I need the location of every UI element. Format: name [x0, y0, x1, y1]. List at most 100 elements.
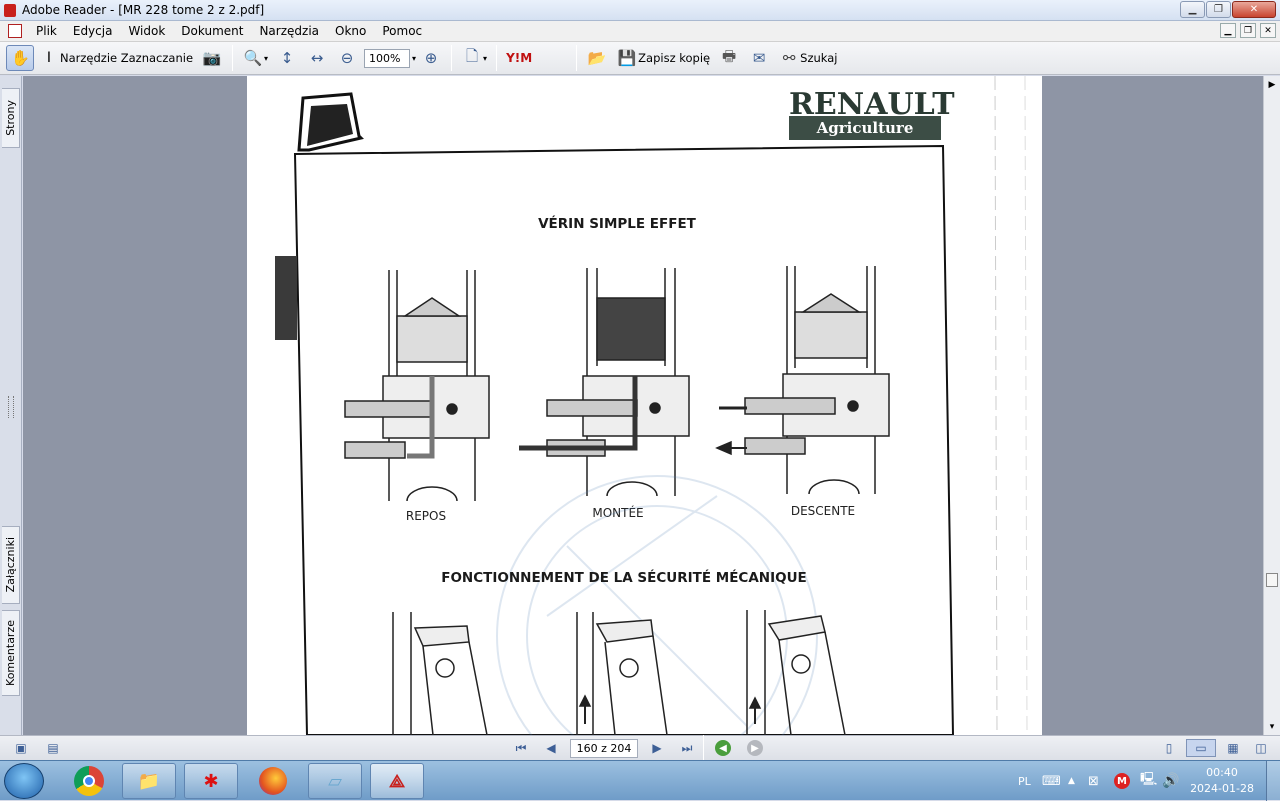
next-page-button[interactable]: ▶ [646, 739, 668, 757]
language-indicator[interactable]: PL [1018, 761, 1031, 801]
save-copy-button[interactable]: 💾 Zapisz kopię [612, 45, 714, 71]
page-layout-button[interactable]: 🗋 ▾ [457, 45, 491, 71]
printer-icon: 🖶 [722, 46, 737, 65]
hand-tool-button[interactable]: ✋ [6, 45, 34, 71]
open-button[interactable]: 📂 [582, 45, 612, 71]
save-copy-label: Zapisz kopię [638, 51, 711, 65]
fit-height-button[interactable]: ↕ [272, 45, 302, 71]
scroll-down-arrow-icon[interactable]: ▾ [1264, 718, 1280, 735]
watermark-logo [496, 475, 818, 735]
doc-close-button[interactable]: ✕ [1260, 23, 1276, 38]
page-indicator-input[interactable]: 160 z 204 [570, 738, 638, 758]
forward-view-button[interactable]: ▶ [747, 740, 763, 756]
panel-resize-handle[interactable] [8, 396, 14, 418]
folder-open-icon: 📂 [587, 49, 607, 67]
diagram-securite [392, 610, 846, 735]
menu-pomoc[interactable]: Pomoc [374, 24, 430, 38]
yahoo-icon: Y!M [506, 51, 533, 65]
panel-toggle-icon[interactable]: ▤ [42, 739, 64, 757]
menu-dokument[interactable]: Dokument [173, 24, 251, 38]
menu-widok[interactable]: Widok [120, 24, 173, 38]
tab-pages[interactable]: Strony [2, 88, 20, 148]
menu-edycja[interactable]: Edycja [65, 24, 121, 38]
system-clock[interactable]: 00:40 2024-01-28 [1190, 765, 1254, 797]
yahoo-button[interactable]: Y!M [502, 45, 536, 71]
fit-width-icon: ↔ [310, 49, 324, 67]
scroll-up-arrow-icon[interactable]: ▶ [1264, 76, 1280, 93]
zoom-in-button[interactable]: ⊕ [416, 45, 446, 71]
single-page-view-icon[interactable]: ▯ [1158, 739, 1180, 757]
toolbar: ✋ I Narzędzie Zaznaczanie 📷 🔍 ▾ ↕ ↔ ⊖ 100… [0, 42, 1280, 75]
doc-minimize-button[interactable]: ▁ [1220, 23, 1236, 38]
menu-narzedzia[interactable]: Narzędzia [251, 24, 327, 38]
diagram-montee [519, 268, 690, 497]
menu-okno[interactable]: Okno [327, 24, 374, 38]
network-monitor-icon[interactable]: 🖳 [1140, 761, 1157, 801]
document-area[interactable]: RENAULT Agriculture VÉRIN SIMPLE EFFET R… [23, 76, 1263, 735]
menu-plik[interactable]: Plik [28, 24, 65, 38]
print-button[interactable]: 🖶 [714, 45, 744, 71]
firefox-taskbar-icon[interactable] [246, 763, 300, 799]
last-page-button[interactable]: ⏭ [676, 739, 698, 757]
label-repos: REPOS [406, 509, 446, 523]
back-view-button[interactable]: ◀ [715, 740, 731, 756]
adobe-reader-taskbar-icon[interactable]: ⟁ [370, 763, 424, 799]
heading-verin: VÉRIN SIMPLE EFFET [538, 215, 697, 232]
zoom-value-input[interactable]: 100% [364, 48, 411, 68]
scroll-thumb[interactable] [1266, 573, 1278, 587]
paint-splash-taskbar-icon[interactable]: ✱ [184, 763, 238, 799]
email-button[interactable]: ✉ [744, 45, 774, 71]
tab-attachments[interactable]: Załączniki [2, 526, 20, 604]
facing-view-icon[interactable]: ▦ [1222, 739, 1244, 757]
email-globe-icon: ✉ [752, 49, 766, 67]
first-page-button[interactable]: ⏮ [510, 739, 532, 757]
diagram-repos [344, 270, 490, 502]
document-menu-icon[interactable] [8, 24, 22, 38]
camera-icon: 📷 [202, 49, 222, 67]
status-bar: ▣ ▤ ⏮ ◀ 160 z 204 ▶ ⏭ ◀ ▶ ▯ ▭ ▦ ◫ [0, 735, 1280, 761]
minimize-button[interactable]: ▁ [1180, 1, 1205, 18]
close-button[interactable]: ✕ [1232, 1, 1276, 18]
keyboard-icon[interactable]: ⌨ [1042, 761, 1061, 801]
page-drawing: RENAULT Agriculture VÉRIN SIMPLE EFFET R… [275, 76, 1028, 735]
chrome-taskbar-icon[interactable] [62, 763, 116, 799]
tab-comments[interactable]: Komentarze [2, 610, 20, 696]
zoom-in-magnifier-icon: 🔍 [243, 49, 263, 67]
page-layout-icon: 🗋 [466, 46, 479, 65]
volume-icon[interactable]: 🔊 [1162, 761, 1179, 801]
diagram-descente [715, 266, 890, 495]
navigation-panel: Strony Załączniki Komentarze [0, 76, 22, 735]
fit-height-icon: ↕ [280, 49, 294, 67]
continuous-view-icon[interactable]: ▭ [1186, 739, 1216, 757]
doc-restore-button[interactable]: ❐ [1240, 23, 1256, 38]
windows-taskbar: 📁 ✱ ▱ ⟁ PL ⌨ ▲ ⊠ M 🖳 🔊 00:40 2024-01-28 [0, 760, 1280, 801]
explorer-taskbar-icon[interactable]: 📁 [122, 763, 176, 799]
plus-circle-icon: ⊕ [424, 49, 438, 67]
page-edge-tab [275, 256, 297, 340]
hand-icon: ✋ [11, 49, 30, 67]
clock-time: 00:40 [1206, 766, 1238, 779]
show-desktop-button[interactable] [1266, 761, 1280, 801]
continuous-facing-view-icon[interactable]: ◫ [1250, 739, 1272, 757]
binoculars-icon: ⚯ [782, 49, 796, 67]
zoom-out-button[interactable]: ⊖ [332, 45, 362, 71]
show-hidden-icons-icon[interactable]: ▲ [1068, 761, 1075, 801]
network-error-icon[interactable]: ⊠ [1088, 761, 1099, 801]
heading-securite: FONCTIONNEMENT DE LA SÉCURITÉ MÉCANIQUE [441, 569, 807, 586]
select-tool-button[interactable]: I Narzędzie Zaznaczanie [34, 45, 197, 71]
notepad-taskbar-icon[interactable]: ▱ [308, 763, 362, 799]
adobe-reader-icon [4, 3, 16, 17]
restore-button[interactable]: ❐ [1206, 1, 1231, 18]
vertical-scrollbar[interactable]: ▶ ▾ [1263, 76, 1280, 735]
start-button[interactable] [4, 763, 44, 799]
prev-page-button[interactable]: ◀ [540, 739, 562, 757]
search-button[interactable]: ⚯ Szukaj [774, 45, 841, 71]
fit-width-button[interactable]: ↔ [302, 45, 332, 71]
zoom-tool-button[interactable]: 🔍 ▾ [238, 45, 272, 71]
search-label: Szukaj [800, 51, 838, 65]
pdf-page: RENAULT Agriculture VÉRIN SIMPLE EFFET R… [247, 76, 1042, 735]
page-size-icon[interactable]: ▣ [10, 739, 32, 757]
mail-m-icon[interactable]: M [1114, 761, 1130, 801]
brand-sub-text: Agriculture [816, 119, 914, 137]
snapshot-tool-button[interactable]: 📷 [197, 45, 227, 71]
